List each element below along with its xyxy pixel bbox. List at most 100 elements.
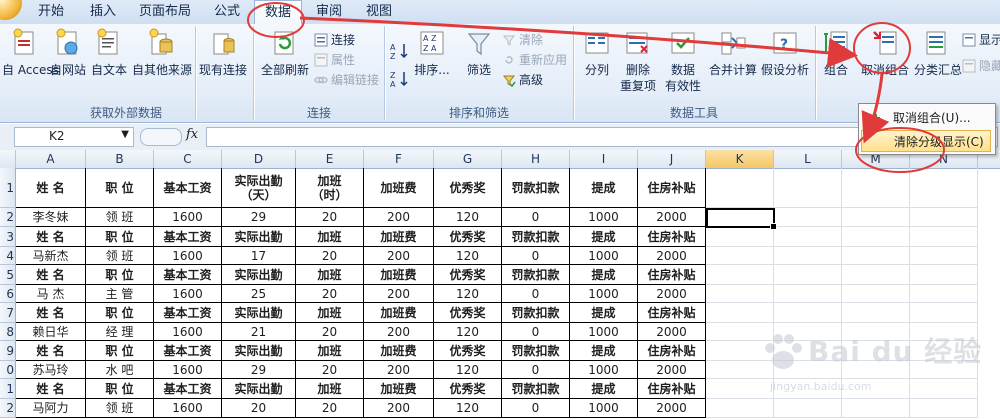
tab-page-layout[interactable]: 页面布局 bbox=[130, 0, 200, 24]
table-data-cell[interactable]: 200 bbox=[364, 323, 434, 341]
tab-insert[interactable]: 插入 bbox=[80, 0, 126, 24]
column-header-j[interactable]: J bbox=[638, 150, 706, 168]
empty-cell[interactable] bbox=[842, 285, 910, 303]
table-header-cell[interactable]: 职 位 bbox=[86, 265, 154, 285]
from-access-button[interactable]: 自 Access bbox=[2, 28, 59, 78]
empty-cell[interactable] bbox=[774, 168, 842, 208]
row-header[interactable]: 6 bbox=[0, 285, 16, 303]
table-header-cell[interactable]: 姓 名 bbox=[16, 341, 86, 361]
table-data-cell[interactable]: 2000 bbox=[638, 323, 706, 341]
table-data-cell[interactable]: 1600 bbox=[154, 399, 222, 418]
table-header-cell[interactable]: 提成 bbox=[570, 303, 638, 323]
table-data-cell[interactable]: 1000 bbox=[570, 399, 638, 418]
sort-descending-button[interactable]: ZA bbox=[390, 70, 413, 88]
row-header[interactable]: 3 bbox=[0, 227, 16, 247]
table-data-cell[interactable]: 领 班 bbox=[86, 247, 154, 265]
table-header-cell[interactable]: 优秀奖 bbox=[434, 227, 502, 247]
table-data-cell[interactable]: 29 bbox=[222, 208, 296, 227]
table-data-cell[interactable]: 20 bbox=[296, 208, 364, 227]
filter-button[interactable]: 筛选 bbox=[460, 28, 498, 78]
table-header-cell[interactable]: 优秀奖 bbox=[434, 303, 502, 323]
table-data-cell[interactable]: 120 bbox=[434, 323, 502, 341]
table-header-cell[interactable]: 实际出勤 （天） bbox=[222, 168, 296, 208]
table-data-cell[interactable]: 25 bbox=[222, 285, 296, 303]
table-data-cell[interactable]: 马新杰 bbox=[16, 247, 86, 265]
table-header-cell[interactable]: 基本工资 bbox=[154, 341, 222, 361]
table-header-cell[interactable]: 姓 名 bbox=[16, 265, 86, 285]
table-header-cell[interactable]: 职 位 bbox=[86, 303, 154, 323]
table-header-cell[interactable]: 加班费 bbox=[364, 168, 434, 208]
table-header-cell[interactable]: 姓 名 bbox=[16, 379, 86, 399]
tab-home[interactable]: 开始 bbox=[26, 0, 76, 24]
table-data-cell[interactable]: 2000 bbox=[638, 361, 706, 379]
group-button[interactable]: 组合 bbox=[818, 28, 854, 78]
table-data-cell[interactable]: 2000 bbox=[638, 285, 706, 303]
empty-cell[interactable] bbox=[706, 227, 774, 247]
table-data-cell[interactable]: 2000 bbox=[638, 208, 706, 227]
table-header-cell[interactable]: 基本工资 bbox=[154, 303, 222, 323]
table-header-cell[interactable]: 住房补贴 bbox=[638, 265, 706, 285]
table-header-cell[interactable]: 姓 名 bbox=[16, 303, 86, 323]
row-header[interactable]: 2 bbox=[0, 399, 16, 418]
table-header-cell[interactable]: 提成 bbox=[570, 265, 638, 285]
table-header-cell[interactable]: 加班 bbox=[296, 379, 364, 399]
table-data-cell[interactable]: 120 bbox=[434, 399, 502, 418]
empty-cell[interactable] bbox=[706, 285, 774, 303]
table-data-cell[interactable]: 赖日华 bbox=[16, 323, 86, 341]
empty-cell[interactable] bbox=[842, 208, 910, 227]
row-header[interactable]: 9 bbox=[0, 341, 16, 361]
table-data-cell[interactable]: 120 bbox=[434, 285, 502, 303]
empty-cell[interactable] bbox=[774, 208, 842, 227]
empty-cell[interactable] bbox=[910, 227, 978, 247]
office-button[interactable] bbox=[0, 0, 22, 20]
table-header-cell[interactable]: 实际出勤 bbox=[222, 379, 296, 399]
table-data-cell[interactable]: 20 bbox=[296, 323, 364, 341]
empty-cell[interactable] bbox=[842, 168, 910, 208]
row-header[interactable]: 4 bbox=[0, 247, 16, 265]
table-data-cell[interactable]: 1000 bbox=[570, 208, 638, 227]
row-header[interactable]: 7 bbox=[0, 303, 16, 323]
table-data-cell[interactable]: 0 bbox=[502, 285, 570, 303]
table-data-cell[interactable]: 0 bbox=[502, 247, 570, 265]
table-header-cell[interactable]: 加班 bbox=[296, 341, 364, 361]
table-data-cell[interactable]: 20 bbox=[296, 285, 364, 303]
column-header-i[interactable]: I bbox=[570, 150, 638, 168]
table-data-cell[interactable]: 1000 bbox=[570, 285, 638, 303]
table-data-cell[interactable]: 0 bbox=[502, 399, 570, 418]
table-header-cell[interactable]: 罚款扣款 bbox=[502, 341, 570, 361]
empty-cell[interactable] bbox=[910, 285, 978, 303]
empty-cell[interactable] bbox=[706, 168, 774, 208]
table-data-cell[interactable]: 20 bbox=[296, 399, 364, 418]
table-data-cell[interactable]: 200 bbox=[364, 208, 434, 227]
table-data-cell[interactable]: 李冬妹 bbox=[16, 208, 86, 227]
table-data-cell[interactable]: 20 bbox=[296, 361, 364, 379]
table-data-cell[interactable]: 2000 bbox=[638, 399, 706, 418]
table-data-cell[interactable]: 马 杰 bbox=[16, 285, 86, 303]
remove-duplicates-button[interactable]: 删除 重复项 bbox=[618, 28, 658, 94]
column-header-e[interactable]: E bbox=[296, 150, 364, 168]
what-if-analysis-button[interactable]: ? 假设分析 bbox=[760, 28, 810, 78]
tab-formulas[interactable]: 公式 bbox=[204, 0, 250, 24]
empty-cell[interactable] bbox=[910, 265, 978, 285]
empty-cell[interactable] bbox=[910, 303, 978, 323]
table-header-cell[interactable]: 罚款扣款 bbox=[502, 379, 570, 399]
table-header-cell[interactable]: 罚款扣款 bbox=[502, 227, 570, 247]
row-header[interactable]: 1 bbox=[0, 168, 16, 208]
table-header-cell[interactable]: 住房补贴 bbox=[638, 227, 706, 247]
table-header-cell[interactable]: 姓 名 bbox=[16, 168, 86, 208]
from-text-button[interactable]: 自文本 bbox=[90, 28, 128, 78]
table-data-cell[interactable]: 1600 bbox=[154, 361, 222, 379]
table-header-cell[interactable]: 罚款扣款 bbox=[502, 168, 570, 208]
name-box[interactable]: K2 ▼ bbox=[14, 127, 134, 147]
table-header-cell[interactable]: 职 位 bbox=[86, 227, 154, 247]
empty-cell[interactable] bbox=[842, 247, 910, 265]
column-header-f[interactable]: F bbox=[364, 150, 434, 168]
table-data-cell[interactable]: 200 bbox=[364, 247, 434, 265]
table-header-cell[interactable]: 实际出勤 bbox=[222, 227, 296, 247]
table-header-cell[interactable]: 职 位 bbox=[86, 168, 154, 208]
column-header-l[interactable]: L bbox=[774, 150, 842, 168]
table-data-cell[interactable]: 2000 bbox=[638, 247, 706, 265]
table-header-cell[interactable]: 基本工资 bbox=[154, 379, 222, 399]
table-header-cell[interactable]: 基本工资 bbox=[154, 227, 222, 247]
empty-cell[interactable] bbox=[706, 265, 774, 285]
